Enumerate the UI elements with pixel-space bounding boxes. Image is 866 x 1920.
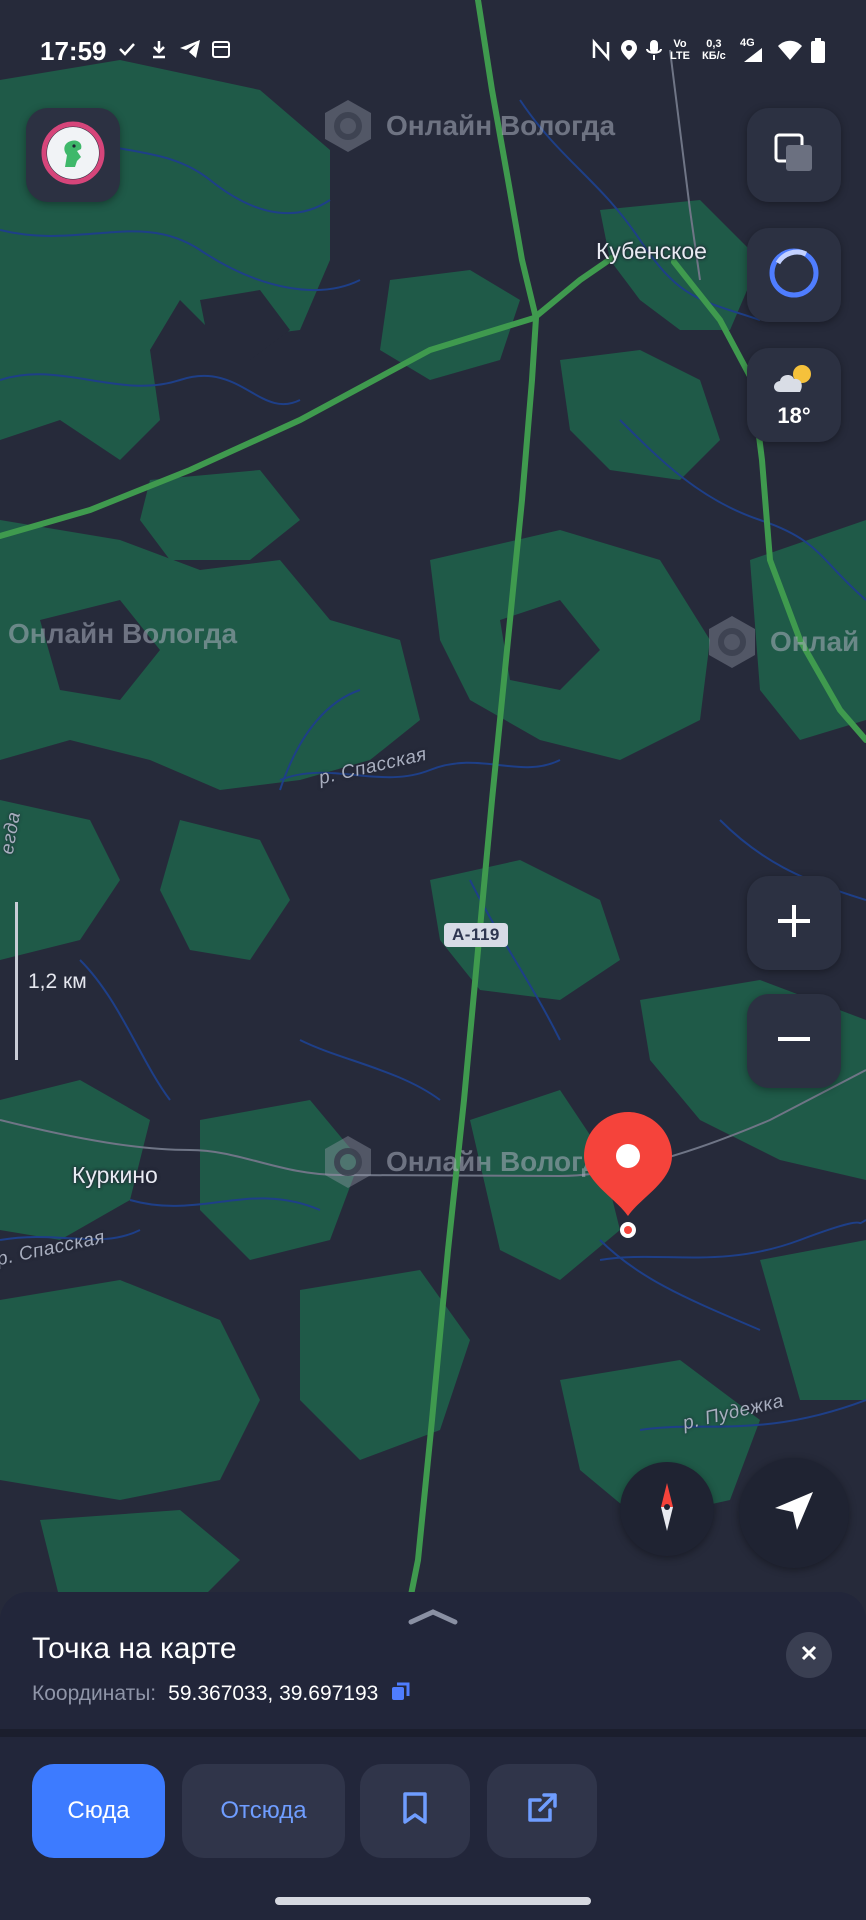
calendar-icon: [210, 38, 232, 65]
close-button[interactable]: [786, 1632, 832, 1678]
app-root: Онлайн Вологда Онлайн Вологда Онлай Онла…: [0, 0, 866, 1920]
zoom-out-button[interactable]: [747, 994, 841, 1088]
watermark: Онлайн Вологда: [8, 618, 237, 650]
place-card[interactable]: Точка на карте Координаты: 59.367033, 39…: [0, 1592, 866, 1920]
location-icon: [618, 38, 640, 67]
divider: [0, 1729, 866, 1737]
check-icon: [116, 38, 138, 65]
alice-assistant-button[interactable]: [747, 228, 841, 322]
copy-icon[interactable]: [390, 1680, 412, 1708]
plus-icon: [774, 901, 814, 946]
scale-bar: [15, 902, 18, 1060]
minus-icon: [774, 1019, 814, 1064]
weather-temperature: 18°: [777, 402, 811, 428]
share-button[interactable]: [487, 1764, 597, 1858]
telegram-icon: [178, 38, 202, 65]
gesture-navigation-bar[interactable]: [275, 1897, 591, 1905]
watermark-logo-icon: [704, 614, 760, 670]
nfc-icon: [590, 38, 612, 67]
close-icon: [800, 1644, 818, 1667]
watermark: Онлайн Вологда: [320, 1134, 615, 1190]
download-icon: [148, 38, 170, 65]
layers-button[interactable]: [747, 108, 841, 202]
alice-icon: [766, 245, 822, 306]
bookmark-button[interactable]: [360, 1764, 470, 1858]
road-number-badge: А-119: [444, 923, 508, 947]
signal-icon: [742, 48, 764, 67]
share-icon: [524, 1790, 560, 1833]
coordinates-label: Координаты:: [32, 1682, 157, 1705]
place-label-kurkino[interactable]: Куркино: [72, 1162, 158, 1189]
watermark-text: Онлайн Вологда: [386, 110, 616, 141]
battery-icon: [810, 38, 826, 69]
watermark: Онлай: [704, 614, 859, 670]
status-bar: 17:59 Vo LTE 0,3 КБ/с 4G: [0, 0, 866, 100]
zoom-in-button[interactable]: [747, 876, 841, 970]
place-title: Точка на карте: [32, 1632, 237, 1665]
location-pin-icon[interactable]: [580, 1110, 676, 1240]
bookmark-icon: [401, 1791, 429, 1832]
layers-icon: [772, 131, 816, 180]
watermark-text: Онлайн Вологда: [8, 618, 238, 649]
coordinates-value[interactable]: 59.367033, 39.697193: [168, 1682, 378, 1706]
status-time: 17:59: [40, 36, 107, 66]
coordinates-row: Координаты: 59.367033, 39.697193: [32, 1680, 412, 1708]
weather-widget[interactable]: 18°: [747, 348, 841, 442]
avatar: [41, 121, 105, 190]
route-from-button[interactable]: Отсюда: [182, 1764, 345, 1858]
place-label-kubenskoe[interactable]: Кубенское: [596, 238, 707, 265]
my-location-button[interactable]: [739, 1458, 849, 1568]
wifi-icon: [776, 38, 804, 67]
network-speed: 0,3 КБ/с: [702, 38, 726, 62]
watermark-text: Онлай: [770, 626, 860, 657]
partly-cloudy-icon: [770, 362, 818, 401]
scale-label: 1,2 км: [28, 970, 87, 993]
compass-button[interactable]: [620, 1462, 714, 1556]
route-here-button[interactable]: Сюда: [32, 1764, 165, 1858]
navigation-arrow-icon: [771, 1488, 817, 1539]
mic-icon: [644, 38, 664, 67]
profile-button[interactable]: [26, 108, 120, 202]
watermark: Онлайн Вологда: [320, 98, 615, 154]
watermark-logo-icon: [320, 1134, 376, 1190]
chevron-up-icon[interactable]: [405, 1606, 461, 1633]
watermark-logo-icon: [320, 98, 376, 154]
compass-icon: [647, 1479, 687, 1540]
volte-indicator: Vo LTE: [670, 38, 690, 62]
